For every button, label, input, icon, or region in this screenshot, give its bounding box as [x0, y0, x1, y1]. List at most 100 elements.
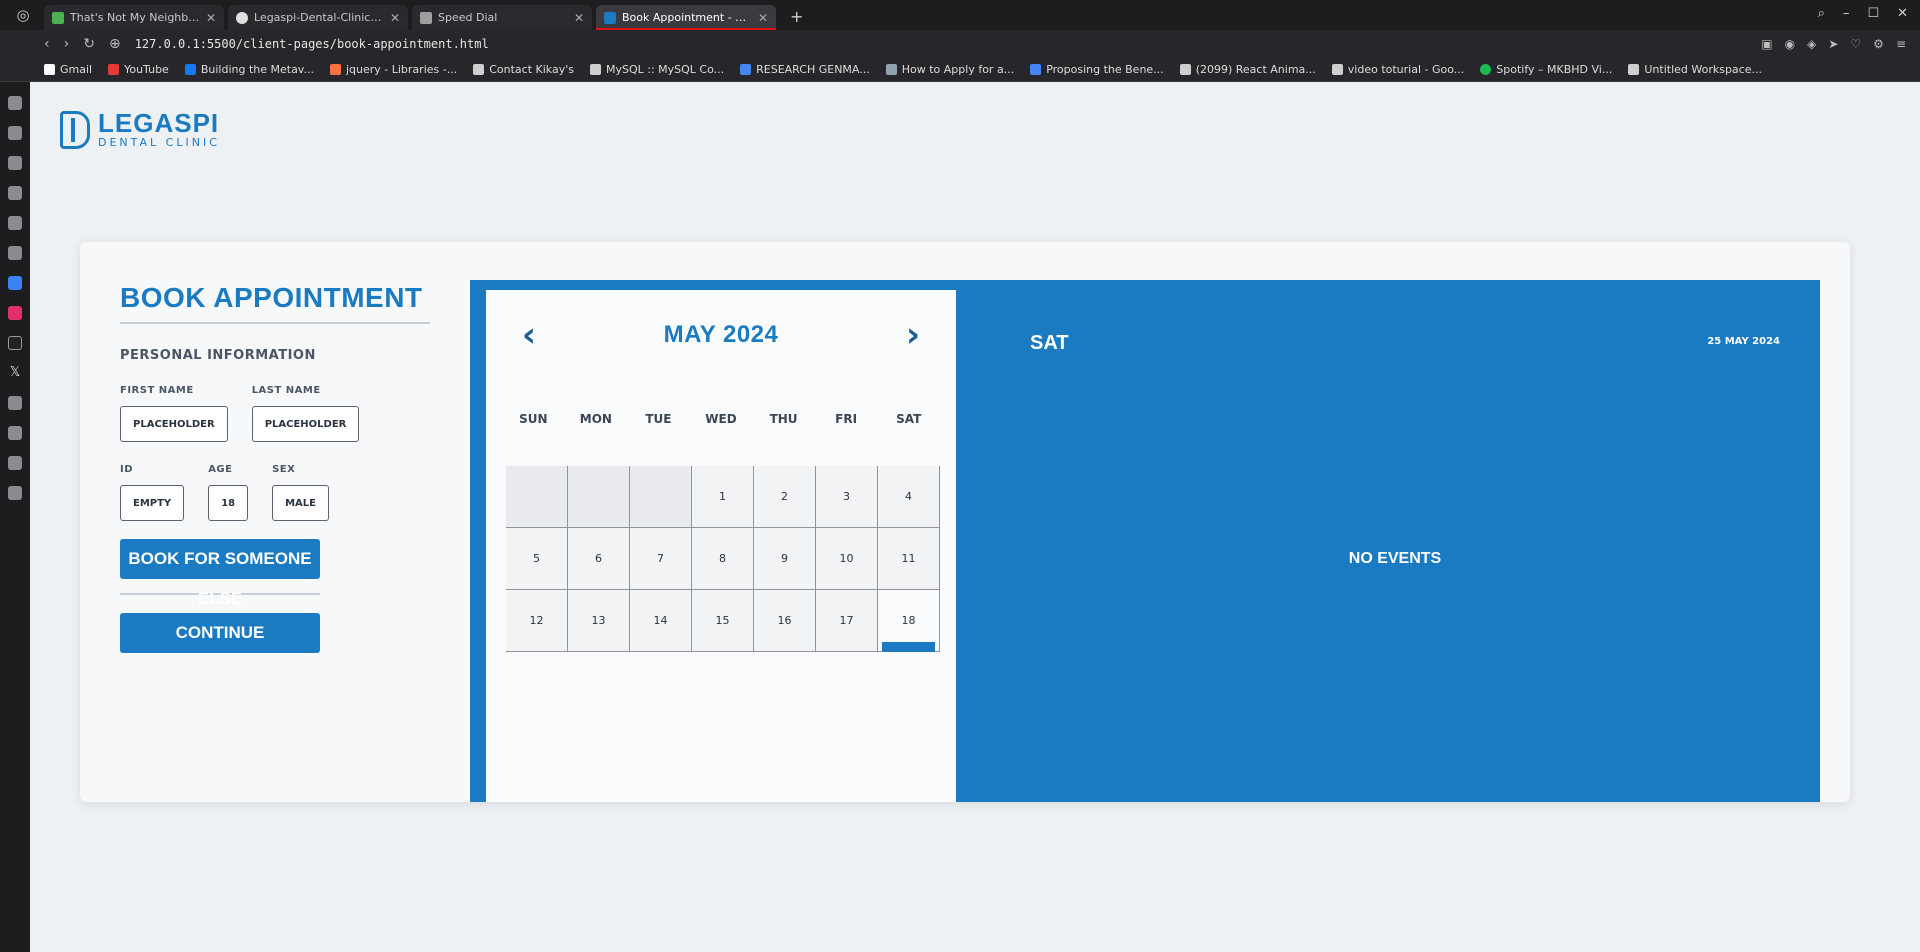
screenshot-icon[interactable]: ▣ — [1761, 37, 1772, 51]
events-panel: SAT 25 MAY 2024 NO EVENTS — [970, 280, 1820, 802]
player-icon[interactable] — [8, 396, 22, 410]
close-window-icon[interactable]: ✕ — [1897, 6, 1908, 21]
chat-icon[interactable] — [8, 186, 22, 200]
calendar-day[interactable]: 18 — [878, 590, 940, 652]
reload-icon[interactable]: ↻ — [83, 36, 95, 52]
bag-icon[interactable] — [8, 156, 22, 170]
tab-1[interactable]: Legaspi-Dental-Clinic-2.0 ✕ — [228, 5, 408, 30]
heart-icon[interactable]: ♡ — [1850, 37, 1861, 51]
messenger-icon[interactable] — [8, 276, 22, 290]
weekday-label: THU — [769, 412, 798, 426]
calendar-day[interactable]: 3 — [816, 466, 878, 528]
calendar-header: ‹ MAY 2024 › — [486, 290, 956, 352]
menu-icon[interactable]: ≡ — [1896, 37, 1906, 51]
calendar-day[interactable]: 17 — [816, 590, 878, 652]
first-name-input[interactable]: PLACEHOLDER — [120, 406, 228, 442]
calendar-day[interactable]: 13 — [568, 590, 630, 652]
bookmark-item[interactable]: Contact Kikay's — [473, 63, 574, 76]
tab-0[interactable]: That's Not My Neighbor G ✕ — [44, 5, 224, 30]
calendar-day[interactable]: 2 — [754, 466, 816, 528]
speed-icon[interactable] — [8, 126, 22, 140]
bookmark-item[interactable]: YouTube — [108, 63, 169, 76]
weekday-header: SUN MON TUE WED THU FRI SAT — [486, 412, 956, 426]
shield-icon[interactable]: ◈ — [1807, 37, 1816, 51]
browser-logo-icon[interactable]: ◎ — [14, 6, 32, 24]
bookmark-item[interactable]: MySQL :: MySQL Co... — [589, 63, 724, 76]
bookmark-item[interactable]: RESEARCH GENMA... — [740, 63, 870, 76]
new-tab-button[interactable]: + — [780, 7, 813, 30]
gamepad-icon[interactable] — [8, 96, 22, 110]
instagram-icon[interactable] — [8, 306, 22, 320]
bookmark-item[interactable]: video toturial - Goo... — [1331, 63, 1464, 76]
site-info-icon[interactable]: ⊕ — [109, 36, 121, 52]
maximize-icon[interactable]: ☐ — [1867, 6, 1879, 21]
tooth-icon — [604, 11, 616, 24]
calendar-day[interactable]: 10 — [816, 528, 878, 590]
site-icon — [885, 64, 897, 75]
calendar-day[interactable]: 5 — [506, 528, 568, 590]
gmail-icon — [44, 64, 55, 75]
settings-icon[interactable]: ⚙ — [1873, 37, 1884, 51]
bookmark-item[interactable]: How to Apply for a... — [885, 63, 1014, 76]
close-tab-icon[interactable]: ✕ — [758, 11, 768, 25]
calendar-day[interactable]: 15 — [692, 590, 754, 652]
send-icon[interactable]: ➤ — [1828, 37, 1838, 51]
calendar-day[interactable]: 16 — [754, 590, 816, 652]
code-icon — [329, 64, 341, 75]
id-input[interactable]: EMPTY — [120, 485, 185, 521]
window-controls: ⌕ – ☐ ✕ — [1818, 6, 1908, 21]
last-name-input[interactable]: PLACEHOLDER — [251, 406, 360, 442]
continue-button[interactable]: CONTINUE — [120, 613, 320, 653]
book-for-someone-else-button[interactable]: BOOK FOR SOMEONE ELSE — [120, 539, 320, 608]
music-icon[interactable] — [8, 216, 22, 230]
tiktok-icon[interactable] — [8, 336, 22, 350]
prev-month-button[interactable]: ‹ — [522, 318, 536, 352]
search-tabs-icon[interactable]: ⌕ — [1818, 6, 1825, 21]
calendar-day[interactable]: 7 — [630, 528, 692, 590]
age-label: AGE — [208, 464, 233, 475]
bookmark-item[interactable]: (2099) React Anima... — [1179, 63, 1316, 76]
weekday-label: SUN — [519, 412, 548, 426]
tab-title: Speed Dial — [438, 11, 498, 24]
details-row: ID EMPTY AGE 18 SEX MALE — [120, 464, 430, 521]
calendar-day[interactable]: 11 — [878, 528, 940, 590]
logo-subtitle: DENTAL CLINIC — [98, 136, 220, 149]
x-icon[interactable]: 𝕏 — [8, 366, 22, 380]
close-tab-icon[interactable]: ✕ — [574, 11, 584, 25]
calendar-day[interactable]: 12 — [506, 590, 568, 652]
calendar-day[interactable]: 6 — [568, 528, 630, 590]
minimize-icon[interactable]: – — [1843, 6, 1850, 21]
bookmark-item[interactable]: Untitled Workspace... — [1628, 63, 1762, 76]
back-arrow-icon[interactable]: ‹ — [44, 36, 50, 52]
calendar-day[interactable]: 14 — [630, 590, 692, 652]
calendar-day[interactable]: 9 — [754, 528, 816, 590]
calendar-day[interactable]: 8 — [692, 528, 754, 590]
calendar-day[interactable]: 4 — [878, 466, 940, 528]
clinic-logo[interactable]: LEGASPI DENTAL CLINIC — [60, 110, 220, 149]
calendar-day-empty — [568, 466, 630, 528]
next-month-button[interactable]: › — [906, 318, 920, 352]
forward-arrow-icon[interactable]: › — [64, 36, 70, 52]
flame-icon[interactable] — [8, 246, 22, 260]
url-field[interactable]: 127.0.0.1:5500/client-pages/book-appoint… — [135, 37, 489, 51]
camera-icon[interactable]: ◉ — [1785, 37, 1795, 51]
docs-icon — [1030, 64, 1042, 75]
age-input[interactable]: 18 — [208, 485, 249, 521]
browser-sidebar: 𝕏 — [0, 82, 30, 952]
history-icon[interactable] — [8, 426, 22, 440]
bookmark-item[interactable]: Proposing the Bene... — [1030, 63, 1164, 76]
bookmark-item[interactable]: Building the Metav... — [184, 63, 314, 76]
page-viewport: LEGASPI DENTAL CLINIC BOOK APPOINTMENT P… — [30, 82, 1920, 952]
bookmark-item[interactable]: jquery - Libraries -... — [329, 63, 457, 76]
settings-icon[interactable] — [8, 486, 22, 500]
calendar-day[interactable]: 1 — [692, 466, 754, 528]
tab-3-active[interactable]: Book Appointment - Legas ✕ — [596, 5, 776, 30]
bookmark-label: (2099) React Anima... — [1195, 63, 1316, 76]
close-tab-icon[interactable]: ✕ — [206, 11, 216, 25]
sex-select[interactable]: MALE — [272, 485, 330, 521]
close-tab-icon[interactable]: ✕ — [390, 11, 400, 25]
bookmark-item[interactable]: Spotify – MKBHD Vi... — [1480, 63, 1612, 76]
bookmark-item[interactable]: Gmail — [44, 63, 92, 76]
tab-2[interactable]: Speed Dial ✕ — [412, 5, 592, 30]
cube-icon[interactable] — [8, 456, 22, 470]
